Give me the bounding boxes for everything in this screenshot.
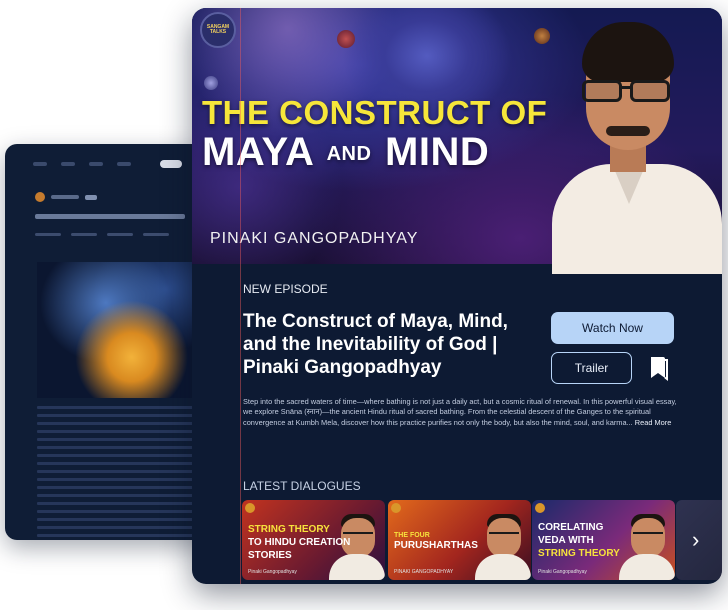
hero-title-line1: THE CONSTRUCT OF <box>202 94 548 131</box>
dialogue-card-speaker: PINAKI GANGOPADHYAY <box>394 569 454 575</box>
dialogue-card-title: CORELATING <box>538 522 604 533</box>
episode-title[interactable]: The Construct of Maya, Mind, and the Ine… <box>243 310 533 379</box>
hero-orb-decoration <box>204 76 218 90</box>
background-nav-placeholder <box>5 144 210 184</box>
dialogue-card-title: TO HINDU CREATION <box>248 537 351 548</box>
dialogue-card-title: STRING THEORY <box>538 548 620 559</box>
hero-title-line2: MAYA AND MIND <box>202 130 489 175</box>
background-meta-placeholder <box>35 233 180 236</box>
background-video-thumbnail <box>37 262 209 398</box>
channel-logo-icon <box>535 503 545 513</box>
watch-now-button[interactable]: Watch Now <box>551 312 674 344</box>
channel-logo-icon <box>245 503 255 513</box>
main-device-screen: SANGAM TALKS THE CONSTRUCT OF MAYA AND M… <box>192 8 722 584</box>
hero-title-and: AND <box>326 142 372 165</box>
trailer-button[interactable]: Trailer <box>551 352 632 384</box>
dialogue-card-title: PURUSHARTHAS <box>394 540 478 551</box>
chevron-right-icon[interactable]: › <box>692 529 712 551</box>
hero-orb-decoration <box>337 30 355 48</box>
channel-logo-icon <box>391 503 401 513</box>
hero-title-maya: MAYA <box>202 130 313 174</box>
dialogue-card-speaker: Pinaki Gangopadhyay <box>538 569 587 575</box>
hero-title-mind: MIND <box>385 130 490 174</box>
bookmark-icon[interactable] <box>648 355 670 381</box>
dialogue-card[interactable]: THE FOUR PURUSHARTHAS PINAKI GANGOPADHYA… <box>388 500 531 580</box>
background-channel-row <box>5 184 210 206</box>
background-text-placeholder <box>37 406 209 540</box>
latest-dialogues-carousel: STRING THEORY TO HINDU CREATION STORIES … <box>242 500 722 582</box>
background-title-placeholder <box>35 214 185 219</box>
speaker-portrait <box>552 18 722 274</box>
dialogue-card-speaker: Pinaki Gangopadhyay <box>248 569 297 575</box>
guide-line <box>240 8 241 584</box>
read-more-link[interactable]: Read More <box>635 418 672 427</box>
hero-orb-decoration <box>534 28 550 44</box>
dialogue-card-title: VEDA WITH <box>538 535 594 546</box>
hero-speaker-name: PINAKI GANGOPADHYAY <box>210 230 419 247</box>
latest-dialogues-heading: LATEST DIALOGUES <box>243 479 361 493</box>
new-episode-label: NEW EPISODE <box>243 282 328 296</box>
episode-description-text: Step into the sacred waters of time—wher… <box>243 397 677 427</box>
episode-description: Step into the sacred waters of time—wher… <box>243 397 679 428</box>
dialogue-card[interactable]: STRING THEORY TO HINDU CREATION STORIES … <box>242 500 385 580</box>
dialogue-card-title: STORIES <box>248 550 292 561</box>
channel-logo[interactable]: SANGAM TALKS <box>200 12 236 48</box>
background-device-preview <box>5 144 210 540</box>
dialogue-card[interactable]: CORELATING VEDA WITH STRING THEORY Pinak… <box>532 500 675 580</box>
dialogue-card-title: STRING THEORY <box>248 524 330 535</box>
hero-banner[interactable]: SANGAM TALKS THE CONSTRUCT OF MAYA AND M… <box>192 8 722 274</box>
